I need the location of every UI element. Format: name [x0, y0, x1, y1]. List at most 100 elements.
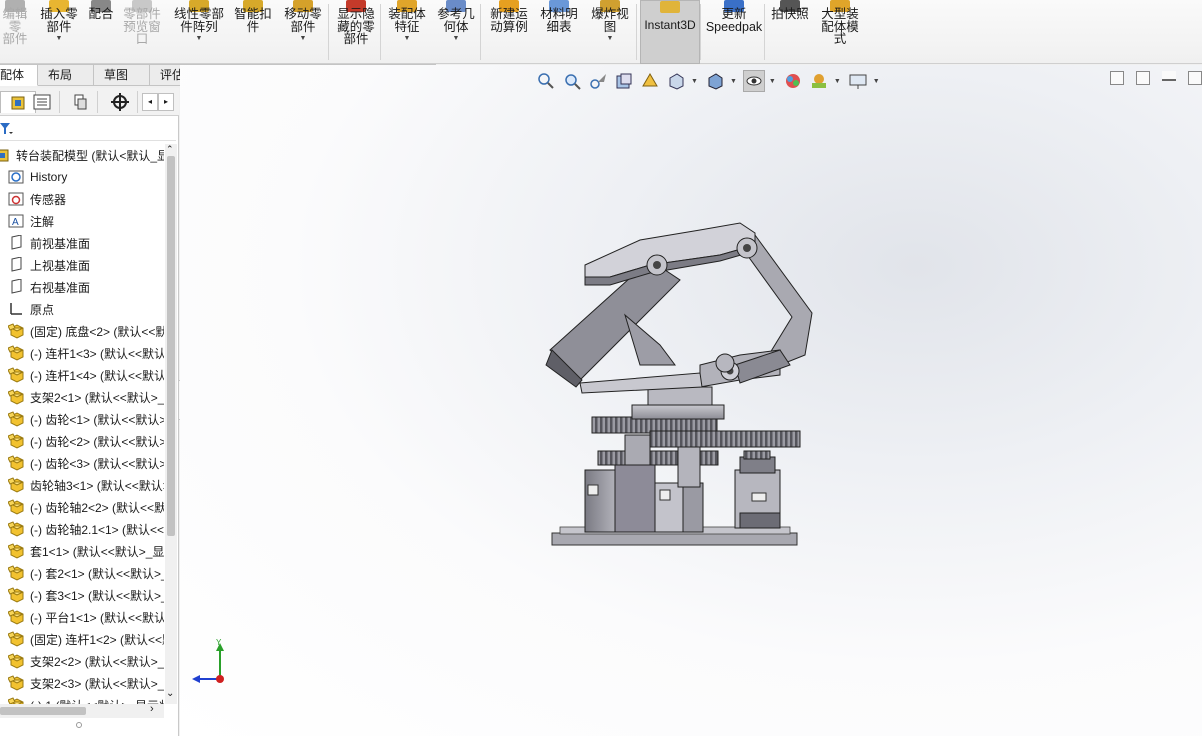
ribbon-button-15[interactable]: 拍快照 [768, 0, 812, 64]
ribbon-button-4[interactable]: 线性零部 件阵列 ▼ [170, 0, 228, 64]
tree-item[interactable]: (-) 齿轮<3> (默认<<默认>_显示状态 1>) [0, 452, 164, 474]
configurationmanager-icon[interactable] [62, 91, 98, 113]
tree-item[interactable]: (-) 齿轮轴2<2> (默认<<默认>_显示状态 1>) [0, 496, 164, 518]
tree-item[interactable]: (-) 1 (默认<<默认>_显示状态 1>) [0, 694, 164, 704]
tree-item-label: 右视基准面 [30, 280, 91, 295]
feature-tree: 转台装配模型 (默认<默认_显示状态-1>) History 传感器 A 注解前视基准面… [0, 144, 164, 704]
propertymanager-icon[interactable] [24, 91, 60, 113]
tree-item[interactable]: 齿轮轴3<1> (默认<<默认>_显示状态 1>) [0, 474, 164, 496]
panel-scroll-left-button[interactable]: ◂ [142, 93, 158, 111]
part-icon [7, 675, 26, 691]
tree-item[interactable]: (-) 齿轮<2> (默认<<默认>_显示状态 1>) [0, 430, 164, 452]
tree-item[interactable]: A 注解 [0, 210, 164, 232]
ribbon-button-label: 线性零部 件阵列 [173, 7, 224, 34]
feature-manager-panel: ◂ ▸ 转台装配模型 (默认<默认_显示状态-1>) History 传感器 A 注解前… [0, 88, 179, 736]
ribbon-button-label: 零部件 预览窗 口 [123, 7, 161, 46]
tree-root-assembly[interactable]: 转台装配模型 (默认<默认_显示状态-1>) [0, 144, 164, 166]
panel-tabs: ◂ ▸ [0, 88, 179, 116]
tab-2[interactable]: 草图 [94, 64, 150, 86]
tree-item-label: (-) 齿轮轴2<2> (默认<<默认>_显示状态 1>) [30, 500, 164, 515]
tree-item[interactable]: 支架2<1> (默认<<默认>_显示状态 1>) [0, 386, 164, 408]
tree-item[interactable]: (-) 齿轮轴2.1<1> (默认<<默认>_显示状态 1>) [0, 518, 164, 540]
ribbon-button-10[interactable]: 新建运 动算例 [485, 0, 533, 64]
tree-horizontal-scrollbar[interactable]: › [0, 703, 164, 718]
tree-item-label: 上视基准面 [30, 258, 91, 273]
history-icon [8, 169, 26, 185]
tree-item[interactable]: 上视基准面 [0, 254, 164, 276]
ribbon-button-8[interactable]: 装配体 特征 ▼ [385, 0, 429, 64]
part-icon [7, 543, 26, 559]
ribbon-button-label: 移动零 部件 [284, 7, 322, 34]
ribbon-button-3[interactable]: 零部件 预览窗 口 [121, 0, 163, 64]
dimxpert-icon[interactable] [102, 91, 138, 113]
tree-item[interactable]: 传感器 [0, 188, 164, 210]
ribbon-button-0[interactable]: 编辑零 部件 [0, 0, 30, 64]
chevron-down-icon[interactable]: ▼ [607, 35, 614, 42]
ribbon-button-12[interactable]: 爆炸视 图 ▼ [588, 0, 632, 64]
ribbon-button-1[interactable]: 插入零 部件 ▼ [38, 0, 80, 64]
ribbon-button-label: 材料明 细表 [540, 7, 578, 34]
ribbon-button-label: 更新 Speedpak [705, 7, 763, 34]
ribbon-button-11[interactable]: 材料明 细表 [538, 0, 580, 64]
tree-item[interactable]: (-) 齿轮<1> (默认<<默认>_显示状态 1>) [0, 408, 164, 430]
chevron-down-icon[interactable]: ▼ [56, 35, 63, 42]
tree-item[interactable]: (-) 套3<1> (默认<<默认>_显示状态 1>) [0, 584, 164, 606]
ribbon-button-9[interactable]: 参考几 何体 ▼ [434, 0, 478, 64]
ribbon-button-13[interactable]: Instant3D [640, 0, 700, 64]
part-icon [7, 565, 26, 581]
tree-item[interactable]: 支架2<3> (默认<<默认>_显示状态 1>) [0, 672, 164, 694]
tree-vertical-scrollbar[interactable]: ⌃ ⌄ [165, 144, 177, 704]
filter-icon[interactable] [0, 122, 14, 139]
tree-item-label: 支架2<1> (默认<<默认>_显示状态 1>) [30, 390, 164, 405]
chevron-down-icon[interactable]: ▼ [196, 35, 203, 42]
tree-item[interactable]: 支架2<2> (默认<<默认>_显示状态 1>) [0, 650, 164, 672]
tree-item[interactable]: (固定) 底盘<2> (默认<<默认>_显示状态 1>) [0, 320, 164, 342]
plane-icon [8, 256, 26, 273]
tree-item[interactable]: (-) 套2<1> (默认<<默认>_显示状态 1>) [0, 562, 164, 584]
chevron-down-icon[interactable]: ▼ [300, 35, 307, 42]
tree-item-label: (-) 1 (默认<<默认>_显示状态 1>) [30, 697, 164, 705]
ribbon-button-label: 配合 [88, 7, 114, 21]
command-manager-ribbon: 编辑零 部件 插入零 部件 ▼ 配合 零部件 预览窗 口线性零部 件阵列 ▼ 智能扣 件移动… [0, 0, 1202, 64]
tree-hscroll-thumb[interactable] [0, 707, 86, 715]
ribbon-button-2[interactable]: 配合 [86, 0, 116, 64]
panel-resize-grip[interactable] [76, 722, 82, 728]
tree-scroll-thumb[interactable] [167, 156, 175, 536]
ribbon-button-5[interactable]: 智能扣 件 [232, 0, 274, 64]
ribbon-button-label: 显示隐 藏的零 部件 [337, 7, 375, 46]
tree-item-label: (固定) 底盘<2> (默认<<默认>_显示状态 1>) [30, 324, 164, 339]
tree-item[interactable]: 套1<1> (默认<<默认>_显示状态 1>) [0, 540, 164, 562]
tab-0[interactable]: 装配体 [0, 64, 38, 86]
part-icon [7, 389, 26, 405]
tab-1[interactable]: 布局 [38, 64, 94, 86]
tree-item-label: 套1<1> (默认<<默认>_显示状态 1>) [30, 544, 164, 559]
tree-item[interactable]: (-) 连杆1<3> (默认<<默认>_显示状态 1>) [0, 342, 164, 364]
tree-item[interactable]: (固定) 连杆1<2> (默认<<默认>_显示状态 1>) [0, 628, 164, 650]
tree-item[interactable]: (-) 平台1<1> (默认<<默认>_显示状态 1>) [0, 606, 164, 628]
plane-icon [8, 278, 26, 295]
ribbon-button-16[interactable]: 大型装 配体模 式 [818, 0, 862, 64]
turntable-assembly-model[interactable] [180, 65, 1202, 736]
part-icon [7, 631, 26, 647]
chevron-down-icon[interactable]: ▼ [453, 35, 460, 42]
ribbon-button-label: 智能扣 件 [234, 7, 272, 34]
scroll-down-arrow[interactable]: ⌄ [166, 688, 174, 699]
tree-item[interactable]: 原点 [0, 298, 164, 320]
ribbon-button-14[interactable]: 更新 Speedpak [704, 0, 764, 64]
tree-item[interactable]: 右视基准面 [0, 276, 164, 298]
tree-item-label: (-) 齿轮轴2.1<1> (默认<<默认>_显示状态 1>) [30, 522, 164, 537]
tree-item[interactable]: (-) 连杆1<4> (默认<<默认>_显示状态 1>) [0, 364, 164, 386]
scroll-right-arrow[interactable]: › [150, 703, 154, 715]
ribbon-button-7[interactable]: 显示隐 藏的零 部件 [333, 0, 379, 64]
ribbon-button-6[interactable]: 移动零 部件 ▼ [280, 0, 326, 64]
graphics-area[interactable]: ▼ ▼ ▼ ▼ ▼ Y [180, 65, 1202, 736]
part-icon [7, 433, 26, 449]
panel-scroll-right-button[interactable]: ▸ [158, 93, 174, 111]
chevron-down-icon[interactable]: ▼ [404, 35, 411, 42]
tree-item[interactable]: 前视基准面 [0, 232, 164, 254]
ribbon-button-label: 参考几 何体 [437, 7, 475, 34]
part-icon [7, 653, 26, 669]
scroll-up-arrow[interactable]: ⌃ [166, 144, 174, 155]
tree-item[interactable]: History [0, 166, 164, 188]
tree-item-label: (-) 套2<1> (默认<<默认>_显示状态 1>) [30, 566, 164, 581]
